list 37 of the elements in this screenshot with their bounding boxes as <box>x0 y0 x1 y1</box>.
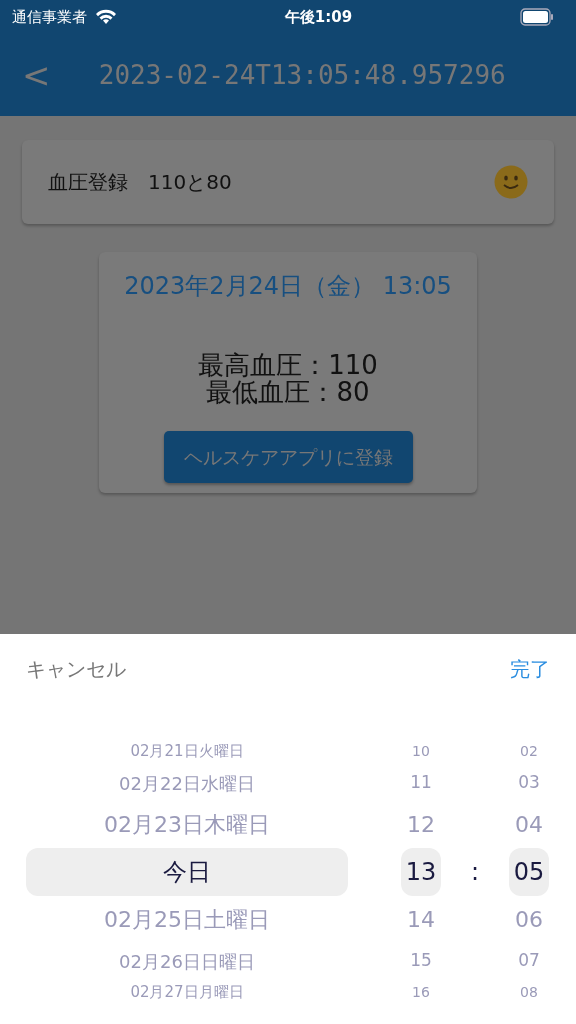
time-separator: : <box>470 857 480 888</box>
hour-option[interactable]: 14 <box>407 896 435 943</box>
minute-option[interactable]: 05 <box>509 848 549 896</box>
systolic-reading: 最高血圧：110 <box>198 352 378 380</box>
hour-option[interactable]: 10 <box>412 738 430 765</box>
date-option[interactable]: 02月26日日曜日 <box>119 943 255 979</box>
minute-option[interactable]: 07 <box>518 943 540 979</box>
status-time: 午後1:09 <box>283 6 354 28</box>
battery-icon <box>520 8 554 26</box>
diastolic-reading: 最低血圧：80 <box>206 379 370 407</box>
hour-option[interactable]: 12 <box>407 801 435 848</box>
hour-option[interactable]: 13 <box>401 848 441 896</box>
register-button[interactable]: ヘルスケアアプリに登録 <box>163 430 413 484</box>
summary-card[interactable]: 血圧登録 110と80 <box>22 140 554 224</box>
date-option[interactable]: 02月23日木曜日 <box>104 801 270 848</box>
date-option[interactable]: 02月21日火曜日 <box>130 738 244 765</box>
hour-option[interactable]: 11 <box>410 765 432 801</box>
back-button[interactable]: < <box>22 58 51 92</box>
date-option[interactable]: 02月25日土曜日 <box>104 896 270 943</box>
minute-option[interactable]: 02 <box>520 738 538 765</box>
summary-text: 血圧登録 110と80 <box>48 169 232 196</box>
minute-option[interactable]: 04 <box>515 801 543 848</box>
minute-option[interactable]: 06 <box>515 896 543 943</box>
hour-option[interactable]: 15 <box>410 943 432 979</box>
done-button[interactable]: 完了 <box>510 654 550 684</box>
smiley-icon <box>494 165 528 199</box>
wifi-icon <box>95 9 117 25</box>
record-datetime: 2023年2月24日（金） 13:05 <box>124 271 452 302</box>
minute-option[interactable]: 08 <box>520 979 538 1006</box>
date-option[interactable]: 02月27日月曜日 <box>130 979 244 1006</box>
cancel-button[interactable]: キャンセル <box>26 654 126 684</box>
nav-title: 2023-02-24T13:05:48.957296 <box>98 59 506 90</box>
hour-option[interactable]: 16 <box>412 979 430 1006</box>
carrier-name: 通信事業者 <box>12 6 87 28</box>
minute-option[interactable]: 03 <box>518 765 540 801</box>
date-option[interactable]: 今日 <box>26 848 348 896</box>
date-option[interactable]: 02月22日水曜日 <box>119 765 255 801</box>
